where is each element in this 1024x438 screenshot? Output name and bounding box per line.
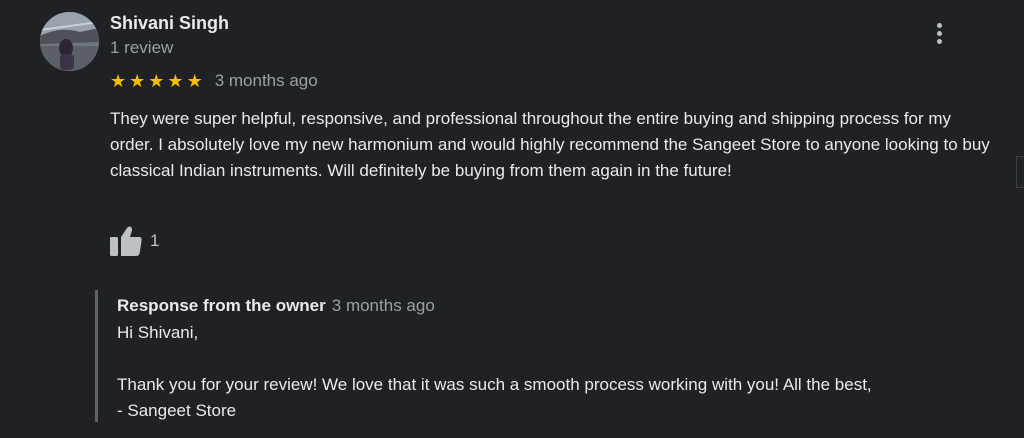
more-vert-icon-dot bbox=[936, 30, 942, 36]
star-icon: ★ bbox=[186, 71, 203, 91]
owner-response-body: Thank you for your review! We love that … bbox=[117, 375, 872, 394]
rating-row: ★ ★ ★ ★ ★ 3 months ago bbox=[110, 70, 318, 92]
avatar-photo bbox=[40, 12, 99, 71]
star-icon: ★ bbox=[167, 71, 184, 91]
review-card: Shivani Singh 1 review ★ ★ ★ ★ ★ 3 month… bbox=[0, 0, 1024, 438]
like-button[interactable]: 1 bbox=[108, 224, 159, 258]
owner-response-greeting: Hi Shivani, bbox=[117, 323, 199, 342]
review-text: They were super helpful, responsive, and… bbox=[110, 109, 990, 180]
author-name[interactable]: Shivani Singh bbox=[110, 12, 229, 34]
review-date: 3 months ago bbox=[214, 71, 318, 90]
owner-response-signature: - Sangeet Store bbox=[117, 401, 237, 420]
owner-response: Response from the owner 3 months ago Hi … bbox=[95, 290, 995, 422]
owner-response-header: Response from the owner 3 months ago bbox=[117, 296, 435, 316]
owner-response-title: Response from the owner bbox=[117, 296, 326, 315]
more-vert-icon-dot bbox=[936, 38, 942, 44]
owner-response-date: 3 months ago bbox=[331, 296, 435, 315]
thumbs-up-icon bbox=[110, 226, 142, 256]
star-icon: ★ bbox=[110, 71, 127, 91]
scrollbar-edge[interactable] bbox=[1016, 156, 1024, 188]
like-count: 1 bbox=[150, 231, 160, 250]
more-options-button[interactable] bbox=[924, 16, 954, 50]
avatar[interactable] bbox=[40, 12, 99, 71]
author-review-count[interactable]: 1 review bbox=[110, 38, 173, 58]
star-icon: ★ bbox=[148, 71, 165, 91]
star-rating: ★ ★ ★ ★ ★ bbox=[110, 72, 203, 90]
more-vert-icon bbox=[936, 22, 942, 28]
star-icon: ★ bbox=[129, 71, 146, 91]
